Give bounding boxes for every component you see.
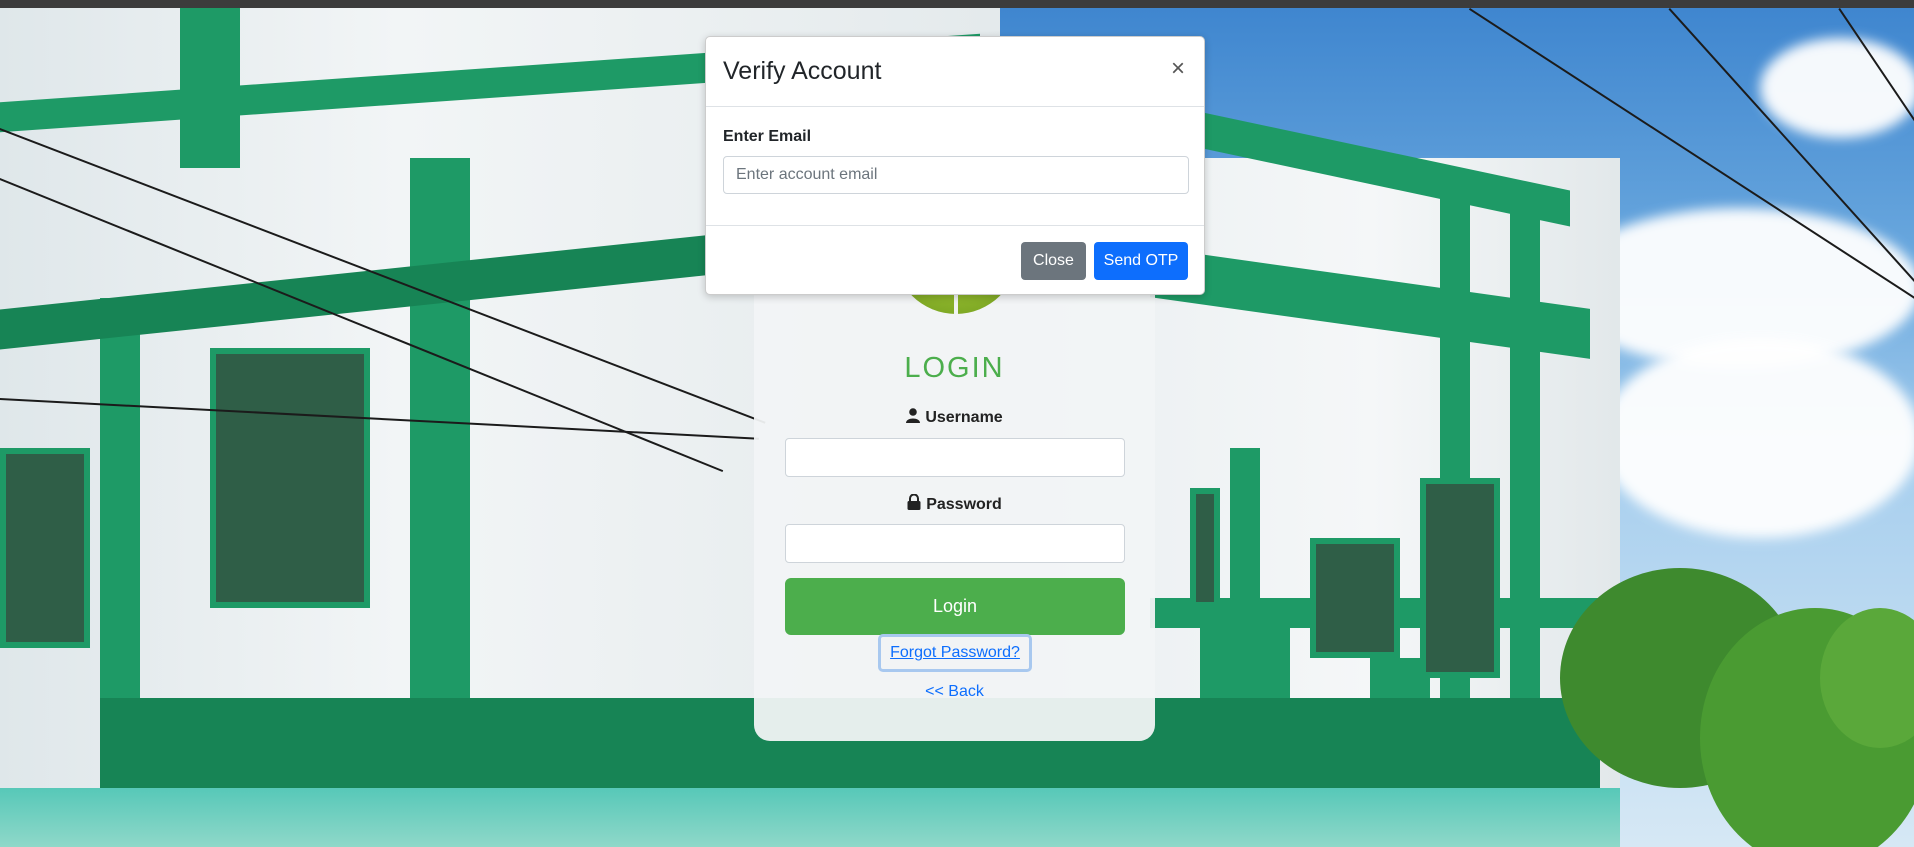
login-title: LOGIN [904, 352, 1005, 384]
username-input[interactable] [785, 438, 1125, 477]
back-link[interactable]: << Back [754, 683, 1155, 701]
modal-title: Verify Account [723, 57, 882, 85]
user-icon [906, 408, 921, 428]
lock-icon [907, 493, 921, 515]
password-label: Password [926, 496, 1002, 513]
forgot-password-link[interactable]: Forgot Password? [878, 634, 1032, 672]
modal-header: Verify Account × [706, 37, 1204, 107]
username-label: Username [925, 409, 1003, 426]
modal-body: Enter Email [706, 107, 1204, 225]
close-icon[interactable]: × [1166, 55, 1190, 83]
password-input[interactable] [785, 524, 1125, 563]
email-field[interactable] [723, 156, 1189, 194]
login-button[interactable]: Login [785, 578, 1125, 635]
login-card: LOGIN Username Password Login Forgot Pas… [754, 222, 1155, 741]
username-label-row: Username [754, 408, 1155, 428]
modal-footer: Close Send OTP [706, 225, 1204, 295]
browser-top-bar [0, 0, 1914, 8]
email-label: Enter Email [723, 128, 812, 145]
password-label-row: Password [754, 493, 1155, 515]
send-otp-button[interactable]: Send OTP [1094, 242, 1188, 280]
verify-account-modal: Verify Account × Enter Email Close Send … [705, 36, 1205, 295]
close-button[interactable]: Close [1021, 242, 1086, 280]
